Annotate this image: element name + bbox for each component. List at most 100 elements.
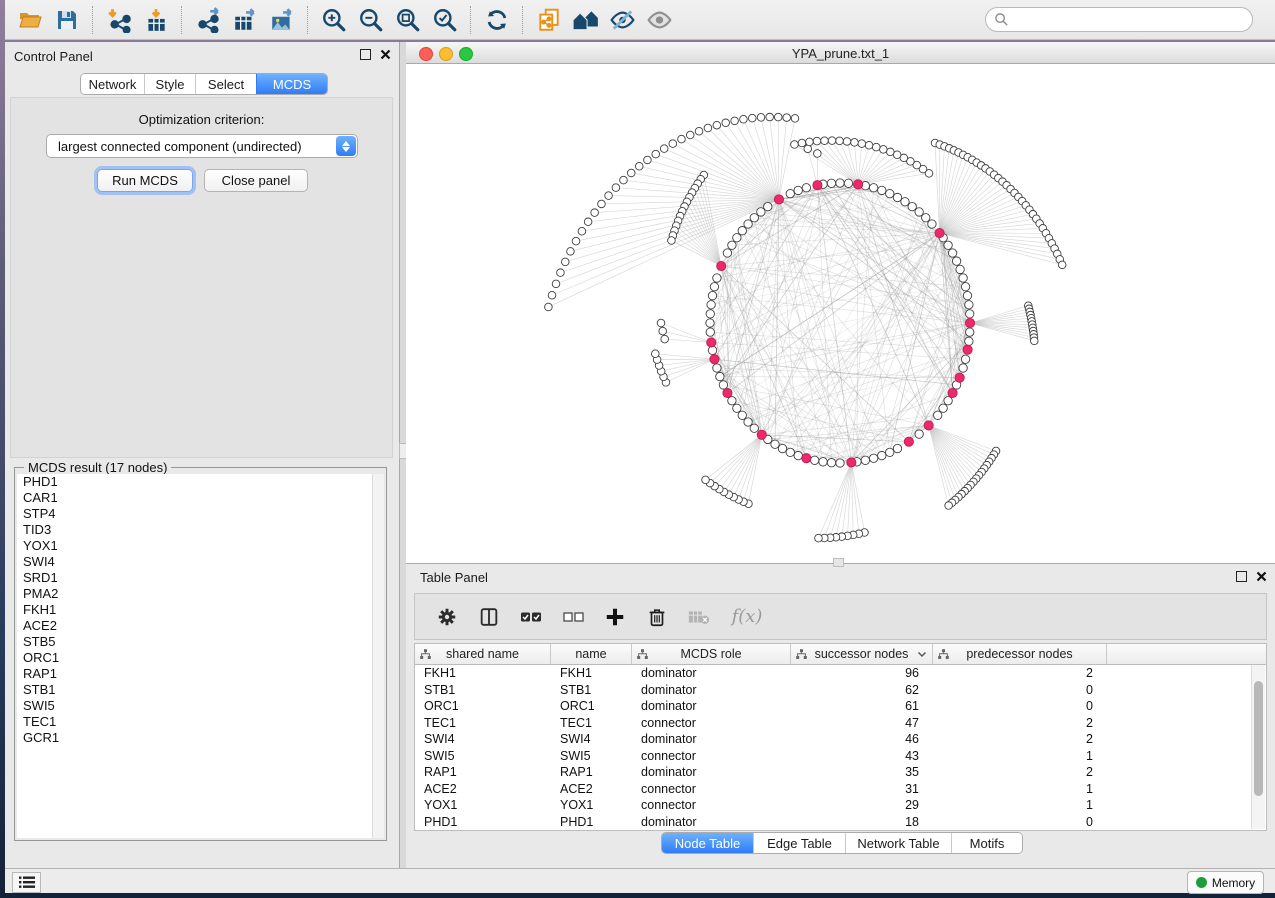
network-node[interactable] <box>572 237 580 245</box>
export-network-button[interactable] <box>189 3 226 37</box>
network-node[interactable] <box>552 280 560 288</box>
network-node[interactable] <box>612 184 620 192</box>
network-node[interactable] <box>791 115 799 123</box>
table-cell[interactable]: YOX1 <box>415 797 551 814</box>
table-row[interactable]: SWI4SWI4dominator462 <box>415 731 1266 748</box>
column-header-successor-nodes[interactable]: successor nodes <box>791 644 933 664</box>
network-node[interactable] <box>771 440 779 448</box>
mcds-list-scrollbar[interactable] <box>372 474 384 838</box>
table-cell[interactable]: 96 <box>791 665 933 682</box>
network-node[interactable] <box>561 258 569 266</box>
network-node[interactable] <box>786 448 794 456</box>
close-panel-button[interactable]: Close panel <box>204 169 308 192</box>
table-cell[interactable]: RAP1 <box>415 764 551 781</box>
mcds-result-item[interactable]: PHD1 <box>17 474 384 490</box>
network-node[interactable] <box>774 113 782 121</box>
show-all-button[interactable] <box>641 3 678 37</box>
mcds-result-item[interactable]: RAP1 <box>17 666 384 682</box>
table-row[interactable]: SWI5SWI5connector431 <box>415 748 1266 765</box>
network-node[interactable] <box>836 459 844 467</box>
dominator-node[interactable] <box>847 458 856 467</box>
network-node[interactable] <box>836 179 844 187</box>
network-node[interactable] <box>744 220 752 228</box>
mcds-result-item[interactable]: TEC1 <box>17 714 384 730</box>
network-node[interactable] <box>733 234 741 242</box>
network-node[interactable] <box>865 141 873 149</box>
dominator-node[interactable] <box>717 261 726 270</box>
deselect-all-button[interactable] <box>559 603 587 631</box>
network-node[interactable] <box>961 355 969 363</box>
network-node[interactable] <box>798 139 806 147</box>
network-node[interactable] <box>794 451 802 459</box>
network-node[interactable] <box>821 137 829 145</box>
dominator-node[interactable] <box>710 355 719 364</box>
dominator-node[interactable] <box>924 421 933 430</box>
network-node[interactable] <box>545 303 553 311</box>
mcds-result-item[interactable]: SWI5 <box>17 698 384 714</box>
table-cell[interactable]: 2 <box>933 665 1107 682</box>
network-node[interactable] <box>738 411 746 419</box>
network-node[interactable] <box>548 291 556 299</box>
network-node[interactable] <box>605 192 613 200</box>
export-image-button[interactable] <box>263 3 300 37</box>
network-node[interactable] <box>843 138 851 146</box>
network-node[interactable] <box>598 200 606 208</box>
network-node[interactable] <box>851 139 859 147</box>
mcds-result-item[interactable]: YOX1 <box>17 538 384 554</box>
table-cell[interactable]: 47 <box>791 715 933 732</box>
table-cell[interactable]: RAP1 <box>551 764 632 781</box>
network-node[interactable] <box>887 148 895 156</box>
table-cell[interactable]: 2 <box>933 731 1107 748</box>
delete-column-button[interactable] <box>643 603 671 631</box>
dominator-node[interactable] <box>723 388 732 397</box>
select-all-button[interactable] <box>517 603 545 631</box>
memory-button[interactable]: Memory <box>1187 871 1264 894</box>
network-node[interactable] <box>878 186 886 194</box>
table-cell[interactable]: 1 <box>933 748 1107 765</box>
network-node[interactable] <box>644 156 652 164</box>
network-node[interactable] <box>806 138 814 146</box>
mcds-result-list[interactable]: PHD1CAR1STP4TID3YOX1SWI4SRD1PMA2FKH1ACE2… <box>17 474 384 838</box>
table-row[interactable]: ORC1ORC1dominator610 <box>415 698 1266 715</box>
network-node[interactable] <box>901 198 909 206</box>
network-node[interactable] <box>869 454 877 462</box>
network-node[interactable] <box>814 150 822 158</box>
network-node[interactable] <box>961 283 969 291</box>
network-node[interactable] <box>591 209 599 217</box>
network-node[interactable] <box>764 202 772 210</box>
dominator-node[interactable] <box>955 373 964 382</box>
network-canvas[interactable] <box>406 64 1275 563</box>
export-table-button[interactable] <box>226 3 263 37</box>
table-cell[interactable]: PHD1 <box>551 814 632 831</box>
table-cell[interactable]: dominator <box>632 814 791 831</box>
network-node[interactable] <box>719 381 727 389</box>
table-cell[interactable]: dominator <box>632 731 791 748</box>
refresh-layout-button[interactable] <box>478 3 515 37</box>
table-cell[interactable]: 29 <box>791 797 933 814</box>
import-network-button[interactable] <box>100 3 137 37</box>
network-node[interactable] <box>786 189 794 197</box>
network-node[interactable] <box>1030 337 1038 345</box>
network-node[interactable] <box>804 145 812 153</box>
add-column-button[interactable] <box>601 603 629 631</box>
column-header-name[interactable]: name <box>551 644 632 664</box>
clone-network-button[interactable] <box>530 3 567 37</box>
network-node[interactable] <box>778 444 786 452</box>
horizontal-splitter-handle[interactable] <box>833 558 844 567</box>
network-node[interactable] <box>944 241 952 249</box>
table-cell[interactable]: 43 <box>791 748 933 765</box>
zoom-in-button[interactable] <box>315 3 352 37</box>
tab-mcds[interactable]: MCDS <box>256 74 327 94</box>
table-cell[interactable]: 62 <box>791 682 933 699</box>
dominator-node[interactable] <box>948 388 957 397</box>
network-node[interactable] <box>713 121 721 129</box>
table-cell[interactable]: 0 <box>933 814 1107 831</box>
network-node[interactable] <box>584 218 592 226</box>
network-node[interactable] <box>738 226 746 234</box>
mcds-result-item[interactable]: STB1 <box>17 682 384 698</box>
network-node[interactable] <box>939 404 947 412</box>
network-node[interactable] <box>952 257 960 265</box>
tab-edge-table[interactable]: Edge Table <box>753 833 845 853</box>
mcds-result-item[interactable]: PMA2 <box>17 586 384 602</box>
mcds-result-item[interactable]: FKH1 <box>17 602 384 618</box>
